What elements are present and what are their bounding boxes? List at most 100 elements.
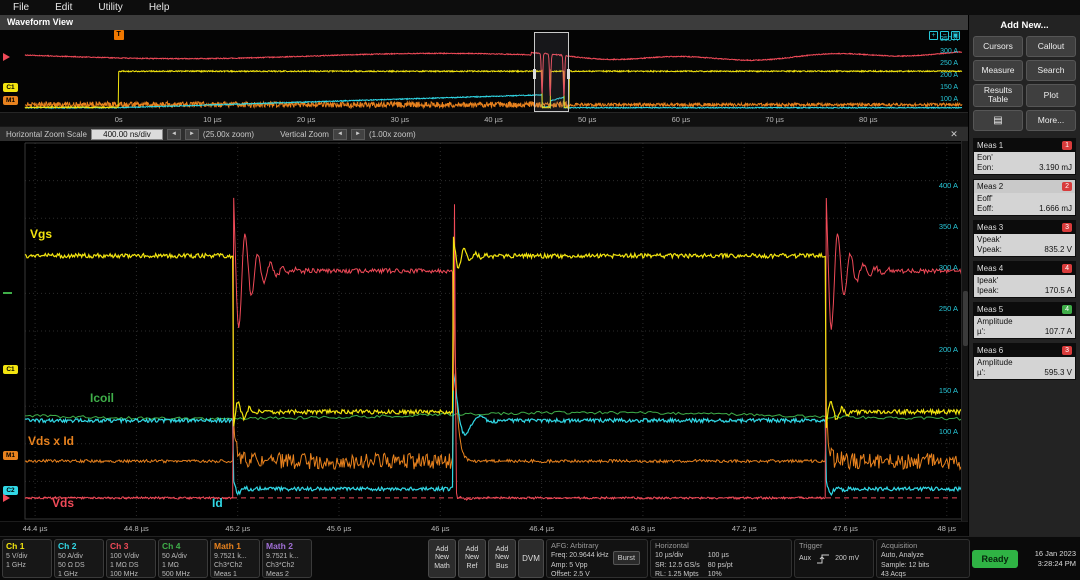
afg-burst-button[interactable]: Burst — [613, 551, 641, 565]
measurement-panel-6[interactable]: Meas 63Amplitudeµ':595.3 V — [973, 343, 1076, 380]
horizontal-title: Horizontal — [655, 541, 787, 551]
channel-name: Ch 3 — [110, 541, 152, 552]
zoom-overlay-close-button[interactable]: ✕ — [946, 128, 962, 140]
vertical-zoom-decrease-button[interactable]: ◄ — [333, 129, 347, 140]
add-new-math-button[interactable]: Add New Math — [428, 539, 456, 578]
channel-name: Ch 1 — [6, 541, 48, 552]
sidebar-button-cursors[interactable]: Cursors — [973, 36, 1023, 57]
bottom-settings-bar: Ch 15 V/div1 GHzCh 250 A/div50 Ω DS1 GHz… — [0, 536, 1080, 580]
measurement-panel-5[interactable]: Meas 54Amplitudeµ':107.7 A — [973, 302, 1076, 339]
measurement-name: Ipeak' — [977, 276, 1072, 286]
sidebar-button-notes[interactable]: ▤ — [973, 110, 1023, 131]
dvm-button[interactable]: DVM — [518, 539, 544, 578]
measurement-name: Amplitude — [977, 358, 1072, 368]
measurement-name: Eoff' — [977, 194, 1072, 204]
measurement-value-row: Eon:3.190 mJ — [977, 163, 1072, 173]
measurement-title: Meas 1 — [977, 141, 1003, 150]
overview-time-label: 60 µs — [672, 115, 691, 124]
date: 16 Jan 2023 — [1035, 549, 1076, 559]
measurement-source-badge: 4 — [1062, 305, 1072, 314]
sidebar-button-callout[interactable]: Callout — [1026, 36, 1076, 57]
overview-panel[interactable]: 0s10 µs20 µs30 µs40 µs50 µs60 µs70 µs80 … — [0, 30, 968, 126]
overview-amp-label: 300 A — [922, 48, 958, 55]
sidebar-button-search[interactable]: Search — [1026, 60, 1076, 81]
sidebar-button-more[interactable]: More... — [1026, 110, 1076, 131]
measurement-value: 107.7 A — [1045, 327, 1072, 337]
trigger-position-marker[interactable]: T — [114, 30, 124, 40]
channel-setting: 500 MHz — [162, 570, 204, 578]
sidebar-button-plot[interactable]: Plot — [1026, 84, 1076, 107]
menu-edit[interactable]: Edit — [42, 0, 85, 15]
acquisition-setting: Auto, Analyze — [881, 551, 965, 561]
main-time-label: 47.2 µs — [732, 524, 757, 533]
trace-label-vds: Vds — [52, 496, 74, 510]
channel-badge-math-2[interactable]: Math 29.7521 k...Ch3*Ch2Meas 2 — [262, 539, 312, 578]
horizontal-zoom-increase-button[interactable]: ► — [185, 129, 199, 140]
measurement-body: Amplitudeµ':595.3 V — [974, 357, 1075, 379]
trigger-panel[interactable]: TriggerAux200 mV — [794, 539, 874, 578]
horizontal-zoom-scale-label: Horizontal Zoom Scale — [6, 130, 87, 139]
measurement-panel-2[interactable]: Meas 22Eoff'Eoff:1.666 mJ — [973, 179, 1076, 216]
main-amp-label: 200 A — [922, 345, 958, 354]
horizontal-panel[interactable]: Horizontal10 µs/divSR: 12.5 GS/sRL: 1.25… — [650, 539, 792, 578]
menu-utility[interactable]: Utility — [85, 0, 135, 15]
main-amp-label: 400 A — [922, 181, 958, 190]
channel-marker-m1[interactable]: M1 — [3, 451, 18, 460]
trace-label-icoil: Icoil — [90, 391, 114, 405]
channel-badge-ch-2[interactable]: Ch 250 A/div50 Ω DS1 GHz — [54, 539, 104, 578]
overview-plot[interactable] — [0, 30, 968, 112]
menu-bar: FileEditUtilityHelp — [0, 0, 1080, 15]
main-time-label: 46.8 µs — [631, 524, 656, 533]
sidebar-button-results-table[interactable]: Results Table — [973, 84, 1023, 107]
measurement-panel-4[interactable]: Meas 44Ipeak'Ipeak:170.5 A — [973, 261, 1076, 298]
measurement-list: Meas 11Eon'Eon:3.190 mJ Meas 22Eoff'Eoff:… — [973, 138, 1076, 380]
time: 3:28:24 PM — [1038, 559, 1076, 569]
channel-name: Ch 4 — [162, 541, 204, 552]
add-new-bus-button[interactable]: Add New Bus — [488, 539, 516, 578]
sidebar-button-measure[interactable]: Measure — [973, 60, 1023, 81]
zoom-plot[interactable] — [0, 141, 968, 521]
horizontal-zoom-scale-input[interactable] — [91, 129, 163, 140]
rising-edge-icon — [816, 554, 830, 564]
measurement-header: Meas 11 — [974, 139, 1075, 152]
measurement-source-badge: 3 — [1062, 223, 1072, 232]
measurement-value-row: µ':595.3 V — [977, 368, 1072, 378]
zoom-box-left-handle[interactable] — [533, 69, 536, 79]
channel-marker-m1[interactable]: M1 — [3, 96, 18, 105]
measurement-value: 835.2 V — [1044, 245, 1072, 255]
main-time-label: 46 µs — [431, 524, 450, 533]
trace-vgs — [25, 237, 962, 428]
horizontal-setting: 100 µs — [708, 551, 733, 561]
channel-badge-ch-1[interactable]: Ch 15 V/div1 GHz — [2, 539, 52, 578]
channel-badge-ch-3[interactable]: Ch 3100 V/div1 MΩ DS100 MHz — [106, 539, 156, 578]
zoom-box-right-handle[interactable] — [567, 69, 570, 79]
channel-marker-arrow[interactable] — [3, 494, 10, 502]
zoom-selection-box[interactable] — [534, 32, 569, 112]
measurement-panel-1[interactable]: Meas 11Eon'Eon:3.190 mJ — [973, 138, 1076, 175]
afg-panel[interactable]: AFG: ArbitraryFreq: 20.9644 kHzAmp: 5 Vp… — [546, 539, 648, 578]
channel-marker-c1[interactable]: C1 — [3, 83, 18, 92]
channel-marker-c1[interactable]: C1 — [3, 365, 18, 374]
menu-file[interactable]: File — [0, 0, 42, 15]
add-new-ref-button[interactable]: Add New Ref — [458, 539, 486, 578]
zoom-scale-bar: Horizontal Zoom Scale ◄ ► (25.00x zoom) … — [0, 126, 968, 141]
vertical-scrollbar[interactable] — [961, 141, 968, 521]
channel-badge-math-1[interactable]: Math 19.7521 k...Ch3*Ch2Meas 1 — [210, 539, 260, 578]
overview-amp-label: 250 A — [922, 60, 958, 67]
vertical-zoom-increase-button[interactable]: ► — [351, 129, 365, 140]
channel-setting: Meas 2 — [266, 570, 308, 578]
datetime: 16 Jan 20233:28:24 PM — [1020, 539, 1078, 578]
main-amp-label: 100 A — [922, 427, 958, 436]
main-time-label: 44.8 µs — [124, 524, 149, 533]
acquisition-setting: 43 Acqs — [881, 570, 965, 580]
measurement-value-row: Eoff:1.666 mJ — [977, 204, 1072, 214]
main-waveform-panel[interactable]: 44.4 µs44.8 µs45.2 µs45.6 µs46 µs46.4 µs… — [0, 141, 968, 536]
horizontal-zoom-decrease-button[interactable]: ◄ — [167, 129, 181, 140]
overview-trace-vds — [25, 52, 962, 96]
channel-badge-ch-4[interactable]: Ch 450 A/div1 MΩ500 MHz — [158, 539, 208, 578]
measurement-panel-3[interactable]: Meas 33Vpeak'Vpeak:835.2 V — [973, 220, 1076, 257]
acquisition-panel[interactable]: AcquisitionAuto, AnalyzeSample: 12 bits4… — [876, 539, 970, 578]
menu-help[interactable]: Help — [136, 0, 183, 15]
overview-time-label: 10 µs — [203, 115, 222, 124]
channel-marker-arrow[interactable] — [3, 53, 10, 61]
